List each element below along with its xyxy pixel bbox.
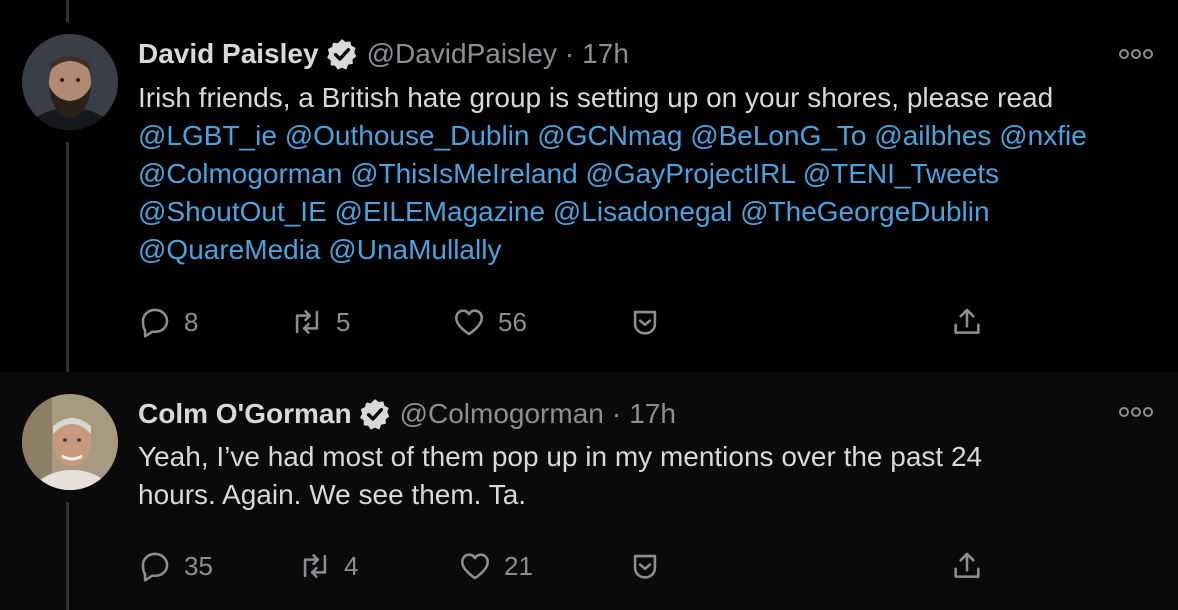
separator-dot: · xyxy=(564,38,575,69)
tweet[interactable]: Colm O'Gorman @Colmogorman · 17h Yeah, I… xyxy=(0,372,1178,610)
author-handle[interactable]: @DavidPaisley xyxy=(367,38,557,70)
like-button[interactable]: 56 xyxy=(452,302,527,342)
verified-badge-icon xyxy=(326,39,356,70)
save-button[interactable] xyxy=(628,546,662,586)
reply-button[interactable]: 35 xyxy=(138,546,213,586)
share-button[interactable] xyxy=(950,302,984,342)
mentions-line: @QuareMedia @UnaMullally xyxy=(138,231,1158,269)
retweet-count: 4 xyxy=(344,550,359,581)
like-count: 21 xyxy=(504,550,533,581)
like-button[interactable]: 21 xyxy=(458,546,533,586)
more-options-icon[interactable] xyxy=(1118,44,1154,64)
save-icon xyxy=(633,554,657,579)
reply-count: 8 xyxy=(184,306,199,337)
mentions-line: @LGBT_ie @Outhouse_Dublin @GCNmag @BeLon… xyxy=(138,117,1158,155)
timestamp[interactable]: 17h xyxy=(582,38,629,70)
retweet-count: 5 xyxy=(336,306,351,337)
mention-link[interactable]: @GayProjectIRL xyxy=(585,158,794,189)
mention-link[interactable]: @ShoutOut_IE xyxy=(138,196,327,227)
share-icon xyxy=(954,308,980,334)
share-button[interactable] xyxy=(950,546,984,586)
grey-haired-man-avatar-image xyxy=(22,394,118,490)
bearded-man-avatar-image xyxy=(22,34,118,130)
like-icon xyxy=(454,309,484,336)
author-handle[interactable]: @Colmogorman xyxy=(400,398,604,430)
mention-link[interactable]: @BeLonG_To xyxy=(690,120,866,151)
mention-link[interactable]: @TheGeorgeDublin xyxy=(740,196,989,227)
more-options-icon[interactable] xyxy=(1118,402,1154,422)
mention-link[interactable]: @TENI_Tweets xyxy=(803,158,999,189)
mention-link[interactable]: @Colmogorman xyxy=(138,158,342,189)
reply-icon xyxy=(141,552,169,582)
mention-link[interactable]: @QuareMedia xyxy=(138,234,321,265)
mention-link[interactable]: @EILEMagazine xyxy=(335,196,546,227)
retweet-button[interactable]: 4 xyxy=(298,546,358,586)
mention-link[interactable]: @nxfie xyxy=(999,120,1087,151)
author-name[interactable]: Colm O'Gorman xyxy=(138,398,352,430)
mention-link[interactable]: @ThisIsMeIreland xyxy=(350,158,578,189)
tweet-header: David Paisley @DavidPaisley · 17h xyxy=(138,34,629,74)
separator-dot: · xyxy=(611,398,622,429)
thread-line xyxy=(66,502,69,610)
avatar[interactable] xyxy=(22,34,118,130)
avatar[interactable] xyxy=(22,394,118,490)
tweet-text: Irish friends, a British hate group is s… xyxy=(138,79,1158,269)
tweet-text: Yeah, I’ve had most of them pop up in my… xyxy=(138,438,1158,514)
tweet-actions: 8 5 56 xyxy=(138,302,998,342)
mention-link[interactable]: @GCNmag xyxy=(537,120,682,151)
mentions-line: @ShoutOut_IE @EILEMagazine @Lisadonegal … xyxy=(138,193,1158,231)
share-icon xyxy=(954,552,980,578)
author-name[interactable]: David Paisley xyxy=(138,38,319,70)
tweet-text-line: hours. Again. We see them. Ta. xyxy=(138,479,527,510)
mention-link[interactable]: @Outhouse_Dublin xyxy=(285,120,530,151)
mention-link[interactable]: @UnaMullally xyxy=(328,234,501,265)
verified-badge-icon xyxy=(359,399,389,430)
mention-link[interactable]: @LGBT_ie xyxy=(138,120,277,151)
mention-link[interactable]: @Lisadonegal xyxy=(553,196,732,227)
reply-button[interactable]: 8 xyxy=(138,302,198,342)
tweet-text-line: Yeah, I’ve had most of them pop up in my… xyxy=(138,441,983,472)
mentions-line: @Colmogorman @ThisIsMeIreland @GayProjec… xyxy=(138,155,1158,193)
like-count: 56 xyxy=(498,306,527,337)
tweet-actions: 35 4 21 xyxy=(138,546,998,586)
tweet-text-intro: Irish friends, a British hate group is s… xyxy=(138,82,1054,113)
timestamp[interactable]: 17h xyxy=(629,398,676,430)
like-icon xyxy=(460,553,490,580)
retweet-button[interactable]: 5 xyxy=(290,302,350,342)
reply-icon xyxy=(141,308,169,338)
reply-count: 35 xyxy=(184,550,213,581)
retweet-icon xyxy=(303,554,327,578)
tweet[interactable]: David Paisley @DavidPaisley · 17h Irish … xyxy=(0,0,1178,372)
save-button[interactable] xyxy=(628,302,662,342)
thread-line-top xyxy=(66,0,69,22)
tweet-header: Colm O'Gorman @Colmogorman · 17h xyxy=(138,394,676,434)
thread-line xyxy=(66,142,69,372)
mention-link[interactable]: @ailbhes xyxy=(874,120,991,151)
save-icon xyxy=(633,310,657,335)
retweet-icon xyxy=(295,310,319,334)
